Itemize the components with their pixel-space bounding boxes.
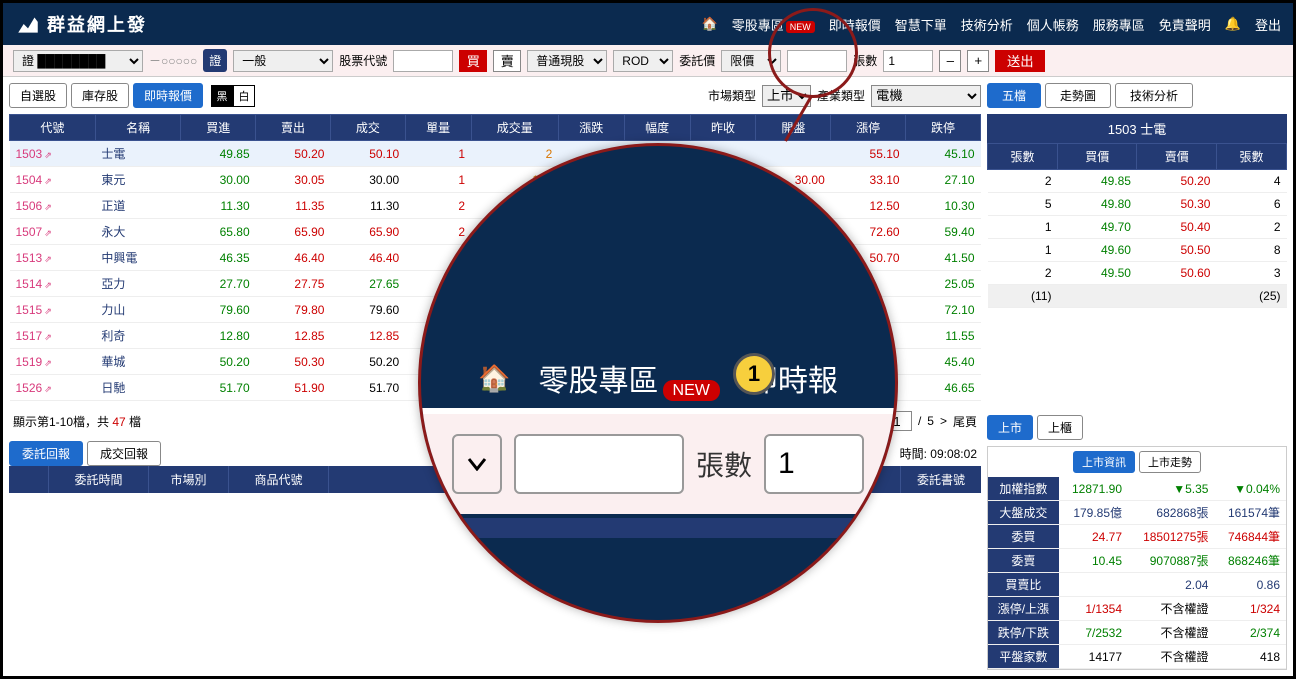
account-select[interactable]: 證 ████████ (13, 50, 143, 72)
tab-twse[interactable]: 上市 (987, 415, 1033, 440)
stocktype-select[interactable]: 一般 (233, 50, 333, 72)
logo-icon (15, 11, 41, 37)
page-last[interactable]: 尾頁 (953, 413, 977, 430)
nav-account[interactable]: 個人帳務 (1027, 15, 1079, 34)
logo-text: 群益網上發 (47, 15, 147, 35)
market-select[interactable]: 上市 (762, 85, 811, 107)
new-badge: NEW (786, 21, 815, 33)
industry-select[interactable]: 電機 (871, 85, 981, 107)
nav-ta[interactable]: 技術分析 (961, 15, 1013, 34)
order-time: 時間: 09:08:02 (896, 443, 981, 464)
price-input[interactable] (787, 50, 847, 72)
page-next[interactable]: > (940, 414, 947, 428)
watch-tabs: 自選股 庫存股 即時報價 黑 白 市場類型 上市 產業類型 電機 (9, 83, 981, 108)
tab-order-report[interactable]: 委託回報 (9, 441, 83, 466)
order-bar: 證 ████████ －○○○○○ 證 一般 股票代號 買 賣 普通現股 ROD… (3, 45, 1293, 77)
zoom-select-icon (452, 434, 502, 494)
qty-minus-button[interactable]: – (939, 50, 961, 72)
qty-plus-button[interactable]: + (967, 50, 989, 72)
five-table: 張數買價賣價張數 249.8550.204549.8050.306149.705… (987, 143, 1287, 308)
tab-five[interactable]: 五檔 (987, 83, 1041, 108)
acct-badge: 證 (203, 49, 227, 72)
tab-trend[interactable]: 走勢圖 (1045, 83, 1111, 108)
zoom-input (514, 434, 684, 494)
industry-label: 產業類型 (817, 87, 865, 104)
theme-toggle[interactable]: 黑 白 (211, 85, 255, 107)
ordertype-select[interactable]: 普通現股 (527, 50, 607, 72)
pricetype-label: 委託價 (679, 52, 715, 69)
nav-oddlot[interactable]: 零股專區NEW (732, 15, 815, 34)
submit-button[interactable]: 送出 (995, 50, 1045, 72)
tab-ta2[interactable]: 技術分析 (1115, 83, 1193, 108)
table-row[interactable]: 1504⇗東元30.0030.0530.00112830.0033.1027.1… (10, 167, 981, 193)
qty-input[interactable] (883, 50, 933, 72)
buy-button[interactable]: 買 (459, 50, 487, 72)
zoom-new-badge: NEW (663, 380, 720, 401)
tab-inventory[interactable]: 庫存股 (71, 83, 129, 108)
zoom-overlay: 🏠 零股專區NEW 即時報 張數 1 (418, 143, 898, 623)
tif-select[interactable]: ROD (613, 50, 673, 72)
subtab-info[interactable]: 上市資訊 (1073, 451, 1135, 473)
code-input[interactable] (393, 50, 453, 72)
step-badge: 1 (733, 353, 775, 395)
tab-realtime[interactable]: 即時報價 (133, 83, 203, 108)
nav-quote[interactable]: 即時報價 (829, 15, 881, 34)
nav-logout[interactable]: 登出 (1255, 15, 1281, 34)
sell-button[interactable]: 賣 (493, 50, 521, 72)
nav-smartorder[interactable]: 智慧下單 (895, 15, 947, 34)
market-label: 市場類型 (708, 87, 756, 104)
nav-service[interactable]: 服務專區 (1093, 15, 1145, 34)
subtab-trend[interactable]: 上市走勢 (1139, 451, 1201, 473)
home-icon[interactable]: 🏠 (702, 16, 718, 32)
bell-icon[interactable]: 🔔 (1225, 16, 1241, 32)
account-sep: －○○○○○ (149, 52, 197, 69)
market-table: 加權指數12871.90▼5.35▼0.04%大盤成交179.85億682868… (988, 477, 1286, 669)
tab-deal-report[interactable]: 成交回報 (87, 441, 161, 466)
tab-otc[interactable]: 上櫃 (1037, 415, 1083, 440)
tab-self[interactable]: 自選股 (9, 83, 67, 108)
zoom-qty-label: 張數 (696, 444, 752, 484)
code-label: 股票代號 (339, 52, 387, 69)
zoom-qty-value: 1 (764, 434, 864, 494)
qty-label: 張數 (853, 52, 877, 69)
zoom-home-icon: 🏠 (478, 363, 510, 394)
nav-disclaimer[interactable]: 免責聲明 (1159, 15, 1211, 34)
pricetype-select[interactable]: 限價 (721, 50, 781, 72)
header: 群益網上發 🏠 零股專區NEW 即時報價 智慧下單 技術分析 個人帳務 服務專區… (3, 3, 1293, 45)
table-row[interactable]: 1503⇗士電49.8550.2050.101255.1045.10 (10, 141, 981, 167)
five-title: 1503 士電 (987, 114, 1287, 143)
